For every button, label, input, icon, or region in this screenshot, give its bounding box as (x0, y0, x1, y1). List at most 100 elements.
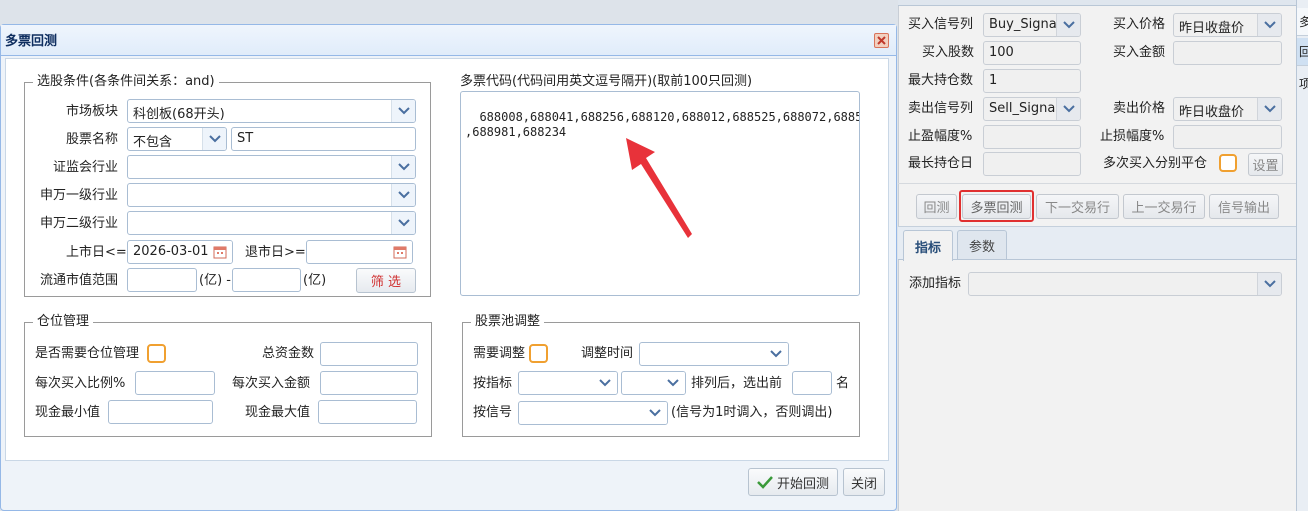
prev-row-button[interactable]: 上一交易行 (1123, 194, 1205, 219)
buy-signal-select[interactable]: Buy_Signa (983, 13, 1081, 37)
calendar-icon[interactable] (388, 241, 412, 263)
signal-output-button[interactable]: 信号输出 (1209, 194, 1279, 219)
max-hold-label: 最大持仓数 (908, 73, 974, 88)
by-signal-label: 按信号 (473, 405, 513, 420)
sell-signal-value: Sell_Signa (989, 101, 1056, 116)
check-icon (757, 476, 773, 489)
max-hold-days-label: 最长持仓日 (908, 156, 974, 171)
signal-note: (信号为1时调入，否则调出) (671, 405, 833, 420)
edge-tab-2-label: 回 (1299, 45, 1308, 59)
market-label: 市场板块 (66, 104, 119, 119)
next-row-button[interactable]: 下一交易行 (1036, 194, 1119, 219)
start-backtest-button[interactable]: 开始回测 (748, 468, 838, 496)
name-op-select[interactable]: 不包含 (127, 127, 227, 151)
adjust-time-select[interactable] (639, 342, 789, 366)
edge-tab-3[interactable]: 项 (1297, 70, 1308, 98)
buy-price-select[interactable]: 昨日收盘价 (1173, 13, 1282, 37)
signal-output-button-label: 信号输出 (1217, 201, 1270, 216)
csrc-industry-select[interactable] (127, 155, 416, 179)
cash-min-label: 现金最小值 (35, 405, 101, 420)
total-cash-input[interactable] (320, 342, 418, 366)
chevron-down-icon (764, 343, 788, 365)
cap-range-label: 流通市值范围 (40, 273, 119, 288)
stock-name-input[interactable]: ST (231, 127, 416, 151)
sell-price-value: 昨日收盘价 (1179, 105, 1245, 120)
tab-params[interactable]: 参数 (957, 230, 1007, 259)
sw1-industry-select[interactable] (127, 183, 416, 207)
chevron-down-icon (661, 372, 685, 394)
stop-loss-input[interactable] (1173, 125, 1282, 149)
settings-button[interactable]: 设置 (1248, 153, 1283, 176)
rank-unit: 名 (836, 376, 850, 391)
edge-tab-1-label: 多 (1299, 15, 1308, 29)
calendar-icon[interactable] (208, 241, 232, 263)
need-adjust-checkbox[interactable] (529, 344, 548, 363)
chevron-down-icon (202, 128, 226, 150)
sell-signal-label: 卖出信号列 (908, 101, 974, 116)
buy-shares-input[interactable]: 100 (983, 41, 1081, 65)
buy-price-value: 昨日收盘价 (1179, 21, 1245, 36)
buy-amount-input[interactable] (1173, 41, 1282, 65)
chevron-down-icon (391, 184, 415, 206)
cap-max-input[interactable] (232, 268, 301, 292)
need-position-label: 是否需要仓位管理 (35, 346, 140, 361)
max-hold-days-input[interactable] (983, 152, 1081, 176)
close-icon[interactable] (874, 33, 889, 48)
prev-row-button-label: 上一交易行 (1131, 201, 1197, 216)
tab-params-label: 参数 (968, 239, 995, 255)
tab-indicators[interactable]: 指标 (903, 230, 953, 261)
need-position-checkbox[interactable] (147, 344, 166, 363)
csrc-industry-label: 证监会行业 (53, 160, 119, 175)
backtest-button[interactable]: 回测 (916, 194, 957, 219)
multi-buy-checkbox[interactable] (1219, 154, 1237, 172)
highlight-box (959, 190, 1034, 222)
stop-loss-label: 止损幅度% (1100, 129, 1165, 144)
buy-shares-label: 买入股数 (922, 45, 975, 60)
add-indicator-select[interactable] (968, 272, 1282, 296)
buy-amount-per-label: 每次买入金额 (232, 376, 311, 391)
position-legend: 仓位管理 (33, 314, 94, 330)
delist-date-input[interactable] (306, 240, 413, 264)
max-hold-input[interactable]: 1 (983, 69, 1081, 93)
list-date-label: 上市日<= (66, 245, 127, 260)
need-adjust-label: 需要调整 (473, 346, 526, 361)
take-profit-input[interactable] (983, 125, 1081, 149)
filter-button[interactable]: 筛 选 (356, 268, 416, 293)
chevron-down-icon (391, 156, 415, 178)
cash-min-input[interactable] (108, 400, 213, 424)
filter-button-label: 筛 选 (370, 275, 402, 290)
right-panel-top-strip (898, 0, 1296, 6)
buy-ratio-input[interactable] (135, 371, 215, 395)
signal-select[interactable] (518, 401, 668, 425)
start-backtest-label: 开始回测 (776, 476, 829, 492)
sw2-industry-label: 申万二级行业 (40, 216, 119, 231)
sell-price-select[interactable]: 昨日收盘价 (1173, 97, 1282, 121)
market-select[interactable]: 科创板(68开头) (127, 99, 416, 123)
select-criteria-legend: 选股条件(各条件间关系：and) (33, 74, 219, 90)
sell-signal-select[interactable]: Sell_Signa (983, 97, 1081, 121)
settings-button-label: 设置 (1252, 159, 1279, 174)
buy-shares-value: 100 (989, 45, 1014, 60)
buy-price-label: 买入价格 (1113, 17, 1166, 32)
tab-indicators-label: 指标 (914, 240, 941, 256)
rank-count-input[interactable] (792, 371, 832, 395)
edge-tab-3-label: 项 (1299, 77, 1308, 91)
buy-amount-per-input[interactable] (320, 371, 418, 395)
cap-min-input[interactable] (127, 268, 197, 292)
close-button[interactable]: 关闭 (843, 468, 885, 496)
stock-name-value: ST (237, 131, 254, 146)
edge-tab-1[interactable]: 多 (1297, 8, 1308, 36)
list-date-input[interactable]: 2026-03-01 (127, 240, 233, 264)
edge-tab-2[interactable]: 回 (1297, 38, 1308, 66)
cash-max-input[interactable] (318, 400, 417, 424)
sw2-industry-select[interactable] (127, 211, 416, 235)
multi-buy-label: 多次买入分别平仓 (1103, 156, 1208, 171)
buy-ratio-label: 每次买入比例% (35, 376, 126, 391)
dialog-titlebar[interactable] (1, 25, 896, 56)
order-select[interactable] (621, 371, 686, 395)
indicator-select[interactable] (518, 371, 618, 395)
buy-amount-label: 买入金额 (1113, 45, 1166, 60)
total-cash-label: 总资金数 (262, 346, 315, 361)
pool-legend: 股票池调整 (471, 314, 545, 330)
cap-unit-2: (亿) (303, 273, 327, 288)
